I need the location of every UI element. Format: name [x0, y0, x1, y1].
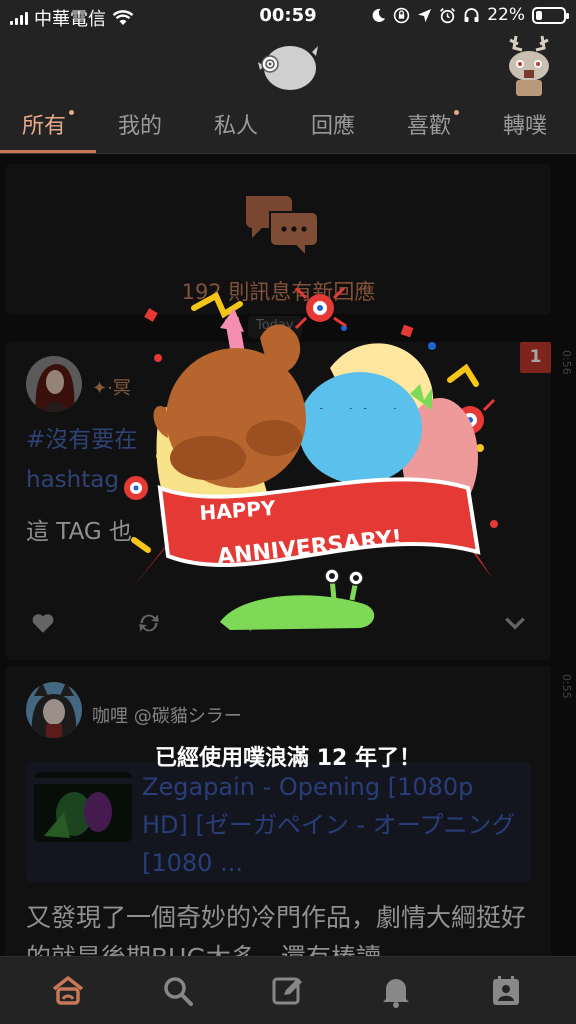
bell-icon[interactable] — [378, 973, 414, 1009]
tab-responded[interactable]: 回應 — [311, 108, 355, 154]
home-icon[interactable] — [50, 973, 86, 1009]
search-icon[interactable] — [160, 973, 196, 1009]
battery-icon — [532, 6, 569, 24]
filter-tabs: 所有 我的 私人 回應 喜歡 轉噗 — [0, 108, 576, 154]
status-bar: 中華電信 00:59 22% — [0, 0, 576, 32]
slug-icon — [220, 568, 375, 630]
profile-card-icon[interactable] — [488, 973, 524, 1009]
battery-percent: 22% — [487, 5, 525, 25]
tab-replurked[interactable]: 轉噗 — [503, 108, 547, 154]
rotation-lock-icon — [394, 7, 410, 23]
tab-mine[interactable]: 我的 — [118, 108, 162, 154]
anniversary-ribbon: HAPPY ANNIVERSARY! — [132, 477, 492, 588]
bottom-nav — [0, 956, 576, 1024]
status-right: 22% — [371, 5, 569, 25]
tab-liked[interactable]: 喜歡 — [407, 108, 460, 154]
new-dot — [454, 110, 460, 115]
user-avatar[interactable] — [498, 32, 560, 98]
new-dot — [69, 110, 75, 115]
compose-icon[interactable] — [270, 973, 306, 1009]
moon-icon — [372, 8, 386, 22]
alarm-icon — [440, 7, 456, 23]
headphones-icon — [464, 8, 479, 22]
tab-private[interactable]: 私人 — [214, 108, 258, 154]
app-header: 所有 我的 私人 回應 喜歡 轉噗 — [0, 32, 576, 154]
anniversary-message: 已經使用噗浪滿 12 年了！ — [155, 746, 421, 771]
plurk-logo-icon[interactable] — [256, 40, 320, 92]
tab-all[interactable]: 所有 — [22, 108, 75, 154]
anniversary-illustration[interactable]: HAPPY ANNIVERSARY! — [120, 288, 510, 638]
location-icon — [418, 8, 432, 22]
battery-level — [536, 10, 542, 20]
